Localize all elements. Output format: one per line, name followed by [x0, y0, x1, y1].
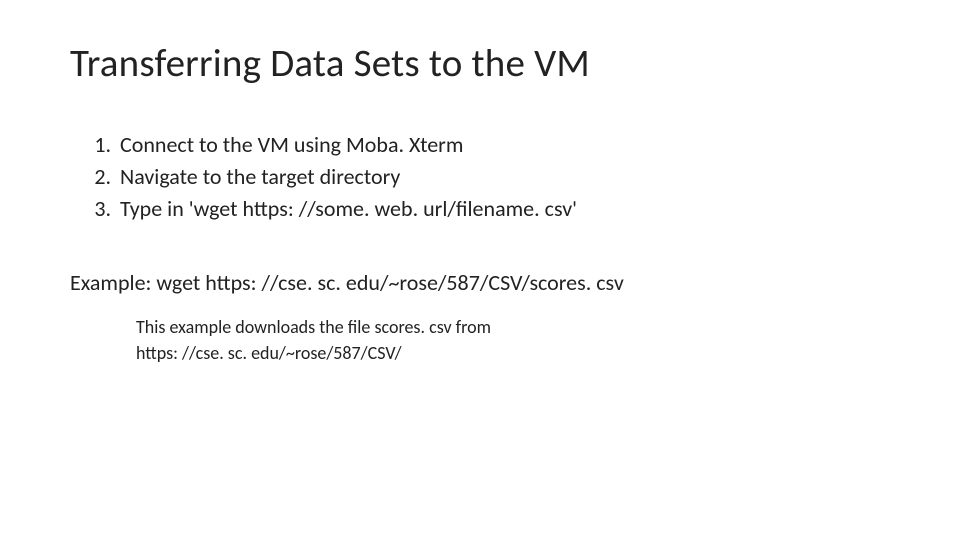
step-item: Navigate to the target directory	[116, 161, 890, 193]
example-note: This example downloads the file scores. …	[136, 314, 890, 366]
example-line: Example: wget https: //cse. sc. edu/~ros…	[70, 269, 890, 296]
slide: Transferring Data Sets to the VM Connect…	[0, 0, 960, 540]
step-item: Connect to the VM using Moba. Xterm	[116, 129, 890, 161]
steps-list: Connect to the VM using Moba. Xterm Navi…	[70, 129, 890, 225]
slide-title: Transferring Data Sets to the VM	[70, 40, 890, 87]
step-item: Type in 'wget https: //some. web. url/fi…	[116, 193, 890, 225]
note-line-1: This example downloads the file scores. …	[136, 316, 491, 338]
note-line-2: https: //cse. sc. edu/~rose/587/CSV/	[136, 342, 402, 364]
